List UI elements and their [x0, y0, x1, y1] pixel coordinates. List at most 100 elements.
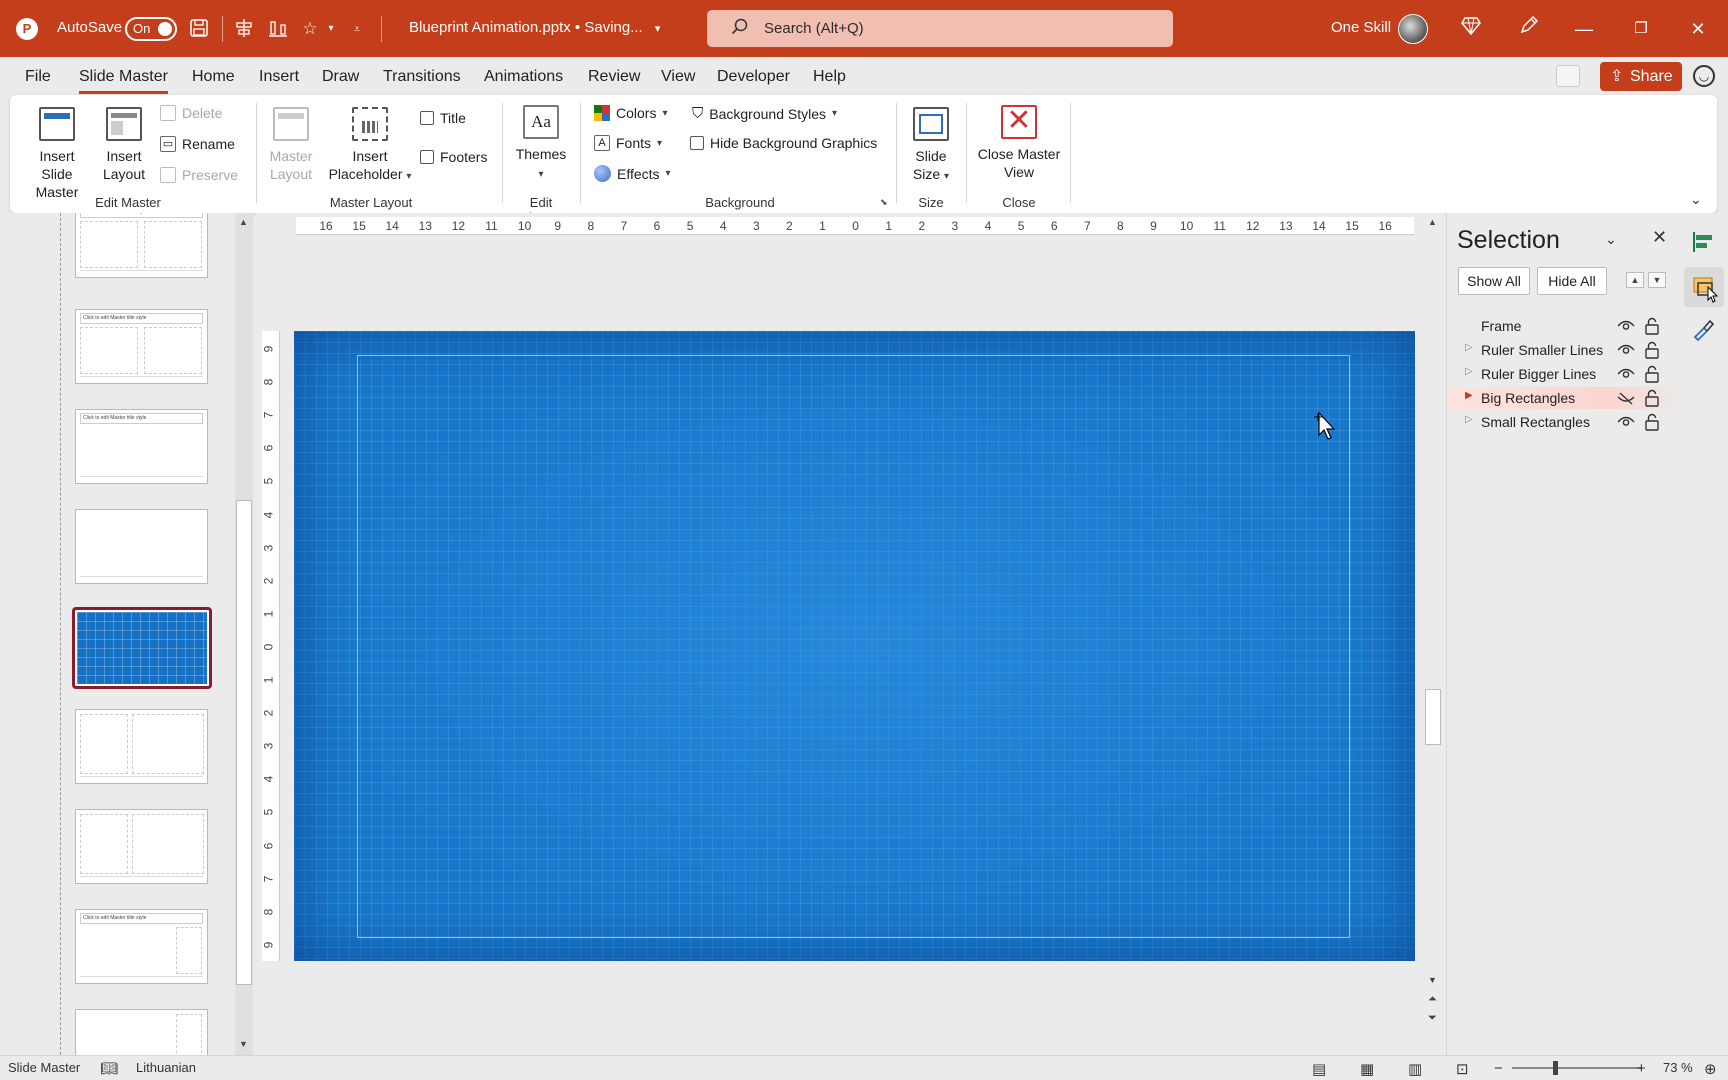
- document-filename[interactable]: Blueprint Animation.pptx • Saving... ▾: [409, 19, 660, 36]
- next-slide-icon[interactable]: ⏷: [1428, 1012, 1437, 1025]
- zoom-out-button[interactable]: −: [1494, 1060, 1503, 1077]
- bring-forward-icon[interactable]: ▲: [1626, 272, 1644, 288]
- tab-home[interactable]: Home: [192, 68, 235, 86]
- delete-button[interactable]: Delete: [160, 105, 222, 121]
- eye-hidden-icon[interactable]: [1617, 391, 1635, 405]
- lock-icon[interactable]: [1645, 413, 1659, 431]
- slide-size-button[interactable]: Slide Size ▾: [906, 107, 956, 186]
- slide-canvas[interactable]: [294, 331, 1415, 961]
- layout-thumbnail[interactable]: [75, 509, 208, 584]
- tab-file[interactable]: File: [25, 68, 51, 86]
- tab-insert[interactable]: Insert: [259, 68, 299, 86]
- star-dropdown-icon[interactable]: ▾: [320, 18, 342, 40]
- hide-all-button[interactable]: Hide All: [1537, 267, 1607, 295]
- close-pane-icon[interactable]: ✕: [1652, 227, 1667, 248]
- pane-options-chevron-icon[interactable]: ⌄: [1605, 231, 1617, 248]
- frame-rectangle[interactable]: [357, 355, 1350, 938]
- thumbnails-scrollbar[interactable]: ▲ ▼: [235, 213, 253, 1055]
- title-checkbox[interactable]: Title: [420, 110, 466, 126]
- lock-icon[interactable]: [1645, 389, 1659, 407]
- lock-icon[interactable]: [1645, 317, 1659, 335]
- editor-vertical-scrollbar[interactable]: ▲ ▼: [1424, 213, 1442, 993]
- master-layout-button[interactable]: Master Layout: [266, 107, 316, 183]
- themes-button[interactable]: Aa Themes ▾: [512, 105, 570, 184]
- restore-icon[interactable]: ❐: [1624, 14, 1658, 44]
- lock-icon[interactable]: [1645, 341, 1659, 359]
- tab-help[interactable]: Help: [813, 68, 846, 86]
- save-icon[interactable]: [188, 18, 210, 40]
- tab-draw[interactable]: Draw: [322, 68, 359, 86]
- layout-thumbnail[interactable]: [75, 1009, 208, 1055]
- fit-slide-icon[interactable]: ⊕: [1704, 1060, 1717, 1078]
- footers-checkbox[interactable]: Footers: [420, 149, 487, 165]
- effects-dropdown[interactable]: Effects ▾: [594, 165, 671, 182]
- selection-item[interactable]: ▷ Ruler Bigger Lines: [1447, 363, 1681, 385]
- language[interactable]: Lithuanian: [136, 1060, 196, 1075]
- zoom-slider-thumb[interactable]: [1553, 1061, 1558, 1075]
- ribbon-collapse-icon[interactable]: ⌄: [1690, 191, 1702, 208]
- eye-icon[interactable]: [1617, 343, 1635, 357]
- distribute-icon[interactable]: [267, 18, 289, 40]
- tab-slide-master[interactable]: Slide Master: [79, 68, 168, 94]
- send-backward-icon[interactable]: ▼: [1648, 272, 1666, 288]
- expand-arrow-icon[interactable]: ▷: [1465, 366, 1473, 377]
- show-all-button[interactable]: Show All: [1458, 267, 1530, 295]
- selection-item[interactable]: ▷ Ruler Smaller Lines: [1447, 339, 1681, 361]
- align-icon[interactable]: [233, 18, 255, 40]
- align-objects-icon[interactable]: [1690, 229, 1716, 255]
- scroll-thumb[interactable]: [1425, 689, 1441, 745]
- colors-dropdown[interactable]: Colors ▾: [594, 105, 668, 121]
- premium-diamond-icon[interactable]: [1454, 14, 1488, 44]
- slide-show-icon[interactable]: ⊡: [1456, 1060, 1469, 1078]
- user-name[interactable]: One Skill: [1331, 19, 1391, 36]
- layout-thumbnail[interactable]: Click to edit Master title style: [75, 409, 208, 484]
- insert-placeholder-button[interactable]: Insert Placeholder ▾: [323, 107, 417, 186]
- hide-background-graphics-checkbox[interactable]: Hide Background Graphics: [690, 135, 877, 151]
- customize-qat-icon[interactable]: ⩡: [346, 18, 368, 40]
- fonts-dropdown[interactable]: A Fonts ▾: [594, 135, 662, 151]
- selection-item[interactable]: Frame: [1447, 315, 1681, 337]
- background-dialog-launcher-icon[interactable]: ⬊: [880, 197, 888, 208]
- normal-view-icon[interactable]: ▤: [1312, 1060, 1326, 1078]
- layout-thumbnail-selected[interactable]: [72, 607, 212, 689]
- tab-view[interactable]: View: [661, 68, 695, 86]
- autosave-toggle[interactable]: On: [125, 17, 177, 41]
- lock-icon[interactable]: [1645, 365, 1659, 383]
- minimize-icon[interactable]: —: [1567, 14, 1601, 44]
- preserve-button[interactable]: Preserve: [160, 167, 238, 183]
- scroll-thumb[interactable]: [236, 500, 252, 985]
- tab-transitions[interactable]: Transitions: [383, 68, 461, 86]
- tab-developer[interactable]: Developer: [717, 68, 790, 86]
- share-button[interactable]: ⇪ Share: [1600, 62, 1682, 91]
- selection-pane-toggle[interactable]: [1684, 267, 1724, 307]
- pen-icon[interactable]: [1512, 14, 1546, 44]
- reading-view-icon[interactable]: ▥: [1408, 1060, 1422, 1078]
- previous-slide-icon[interactable]: ⏶: [1428, 993, 1437, 1006]
- feedback-smile-icon[interactable]: ◡: [1693, 65, 1715, 87]
- layout-thumbnail[interactable]: Click to edit Master title style: [75, 213, 208, 278]
- layout-thumbnail[interactable]: Click to edit Master title style: [75, 309, 208, 384]
- zoom-in-button[interactable]: +: [1637, 1060, 1646, 1077]
- zoom-level[interactable]: 73 %: [1663, 1060, 1693, 1075]
- eye-icon[interactable]: [1617, 319, 1635, 333]
- scroll-down-icon[interactable]: ▼: [1428, 975, 1437, 985]
- insert-layout-button[interactable]: Insert Layout: [102, 107, 146, 183]
- expand-arrow-icon[interactable]: ▷: [1465, 414, 1473, 425]
- tab-animations[interactable]: Animations: [484, 68, 563, 86]
- insert-slide-master-button[interactable]: Insert Slide Master: [22, 107, 92, 201]
- star-icon[interactable]: ☆: [299, 18, 321, 40]
- rename-button[interactable]: ▭ Rename: [160, 136, 235, 152]
- expand-arrow-icon[interactable]: ▷: [1465, 342, 1473, 353]
- eye-icon[interactable]: [1617, 415, 1635, 429]
- scroll-down-icon[interactable]: ▼: [239, 1039, 248, 1049]
- layout-thumbnail[interactable]: [75, 809, 208, 884]
- selection-item[interactable]: ▷ Small Rectangles: [1447, 411, 1681, 433]
- format-brush-icon[interactable]: [1690, 317, 1716, 343]
- expand-arrow-icon[interactable]: ▶: [1465, 390, 1473, 401]
- tab-review[interactable]: Review: [588, 68, 640, 86]
- eye-icon[interactable]: [1617, 367, 1635, 381]
- comments-icon[interactable]: [1556, 65, 1580, 87]
- close-master-view-button[interactable]: ✕ Close Master View: [976, 105, 1062, 181]
- slide-sorter-icon[interactable]: ▦: [1360, 1060, 1374, 1078]
- zoom-slider-track[interactable]: [1512, 1067, 1642, 1069]
